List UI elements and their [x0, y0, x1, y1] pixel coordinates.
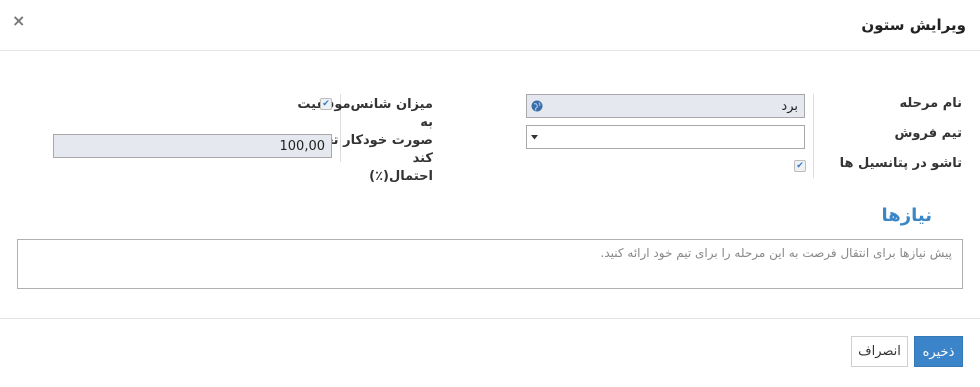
dialog-footer: ذخیره انصراف [0, 318, 980, 387]
cancel-button[interactable]: انصراف [851, 336, 908, 367]
requirements-placeholder: پیش نیازها برای انتقال فرصت به این مرحله… [600, 246, 953, 260]
probability-field[interactable]: 100,00 [53, 134, 332, 158]
stage-name-value: برد [781, 99, 798, 114]
edit-column-dialog: ویرایش ستون × نام مرحله تیم فروش تاشو در… [0, 0, 980, 386]
sales-team-select[interactable] [526, 125, 805, 149]
globe-icon[interactable] [531, 100, 543, 112]
requirements-textarea[interactable]: پیش نیازها برای انتقال فرصت به این مرحله… [17, 239, 963, 289]
close-icon[interactable]: × [12, 11, 25, 30]
auto-probability-label-line-1: میزان شانس‌موفقیت به [297, 97, 433, 130]
fold-in-pipeline-checkbox[interactable]: ✔ [794, 160, 806, 172]
sales-team-label: تیم فروش [894, 126, 962, 141]
check-icon: ✔ [796, 161, 804, 171]
stage-name-label: نام مرحله [899, 96, 962, 111]
check-icon: ✔ [322, 99, 330, 109]
save-button[interactable]: ذخیره [914, 336, 963, 367]
probability-value: 100,00 [279, 139, 326, 154]
auto-probability-label-line-3: احتمال(٪) [369, 169, 433, 184]
column-divider-right [813, 94, 814, 178]
dialog-header: ویرایش ستون × [0, 0, 980, 51]
stage-name-field[interactable]: برد [526, 94, 805, 118]
dialog-title: ویرایش ستون [861, 16, 966, 34]
caret-down-icon[interactable] [531, 135, 538, 140]
fold-in-pipeline-label: تاشو در پتانسیل ها [839, 156, 962, 171]
requirements-heading: نیازها [881, 205, 932, 226]
auto-probability-checkbox[interactable]: ✔ [320, 98, 332, 110]
